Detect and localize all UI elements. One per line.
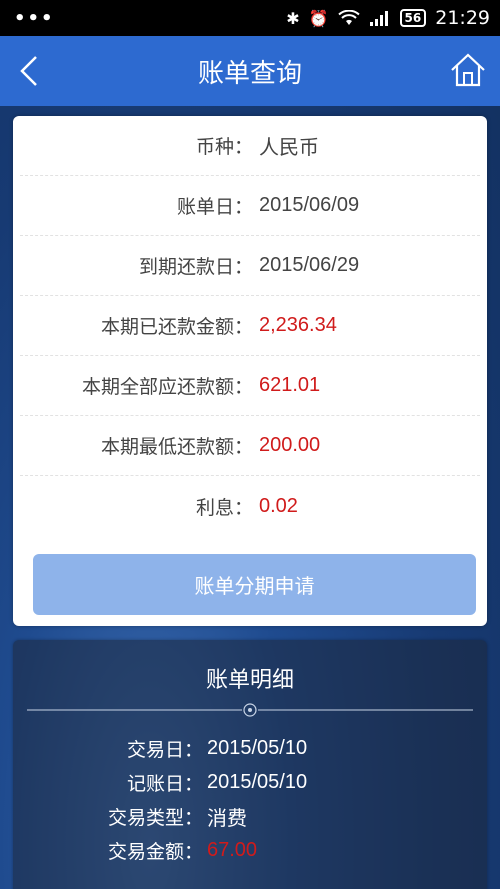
summary-row-interest: 利息： 0.02 — [20, 476, 480, 536]
summary-row-due-date: 到期还款日： 2015/06/29 — [20, 236, 480, 296]
status-icons: ✱ ⏰ 56 21:29 — [286, 7, 490, 29]
row-value: 621.01 — [259, 374, 321, 396]
detail-title: 账单明细 — [205, 668, 294, 693]
bill-summary-card: 币种： 人民币 账单日： 2015/06/09 到期还款日： 2015/06/2… — [13, 116, 487, 626]
app-header: 账单查询 — [0, 36, 500, 106]
row-value: 200.00 — [259, 434, 321, 456]
row-value: 0.02 — [259, 494, 298, 517]
detail-row-transaction-date: 交易日： 2015/05/10 — [13, 733, 487, 763]
home-icon[interactable] — [448, 50, 488, 90]
row-value: 2015/06/09 — [259, 194, 360, 216]
clock: 21:29 — [435, 7, 490, 29]
status-bar: ••• ✱ ⏰ 56 21:29 — [0, 0, 500, 36]
row-label: 交易金额： — [107, 840, 203, 863]
installment-apply-button[interactable]: 账单分期申请 — [33, 554, 476, 615]
signal-icon — [369, 11, 388, 26]
notification-dots: ••• — [14, 7, 55, 29]
summary-row-minimum-due: 本期最低还款额： 200.00 — [20, 416, 480, 476]
row-label: 记账日： — [126, 772, 203, 795]
summary-row-paid-amount: 本期已还款金额： 2,236.34 — [20, 296, 480, 356]
row-value: 消费 — [207, 807, 247, 830]
row-label: 到期还款日： — [138, 256, 253, 278]
row-value: 67.00 — [207, 838, 258, 861]
bluetooth-icon: ✱ — [286, 8, 300, 28]
row-value: 2015/05/10 — [207, 770, 308, 793]
row-label: 本期全部应还款额： — [81, 376, 253, 398]
row-label: 本期最低还款额： — [100, 436, 253, 458]
summary-row-statement-date: 账单日： 2015/06/09 — [20, 176, 480, 236]
summary-row-currency: 币种： 人民币 — [20, 116, 480, 176]
alarm-icon: ⏰ — [308, 8, 329, 28]
row-label: 账单日： — [176, 196, 253, 218]
row-label: 币种： — [195, 136, 253, 158]
row-label: 利息： — [195, 496, 253, 519]
wifi-icon — [337, 10, 360, 25]
row-value: 2,236.34 — [259, 314, 337, 336]
section-divider — [27, 703, 473, 717]
row-value: 2015/06/29 — [259, 254, 360, 276]
row-value: 人民币 — [259, 137, 319, 159]
row-value: 2015/05/10 — [207, 736, 308, 759]
row-label: 交易日： — [126, 738, 203, 761]
bill-detail-panel: 账单明细 交易日： 2015/05/10 记账日： 2015/05/10 交易类… — [13, 640, 487, 889]
row-label: 交易类型： — [107, 806, 203, 829]
battery-icon: 56 — [399, 9, 427, 27]
detail-row-transaction-amount: 交易金额： 67.00 — [13, 835, 487, 865]
row-label: 本期已还款金额： — [100, 316, 253, 338]
detail-row-posting-date: 记账日： 2015/05/10 — [13, 767, 487, 797]
detail-row-transaction-type: 交易类型： 消费 — [13, 801, 487, 831]
page-title: 账单查询 — [197, 58, 302, 89]
summary-row-total-due: 本期全部应还款额： 621.01 — [20, 356, 480, 416]
back-arrow-icon[interactable] — [14, 54, 46, 88]
